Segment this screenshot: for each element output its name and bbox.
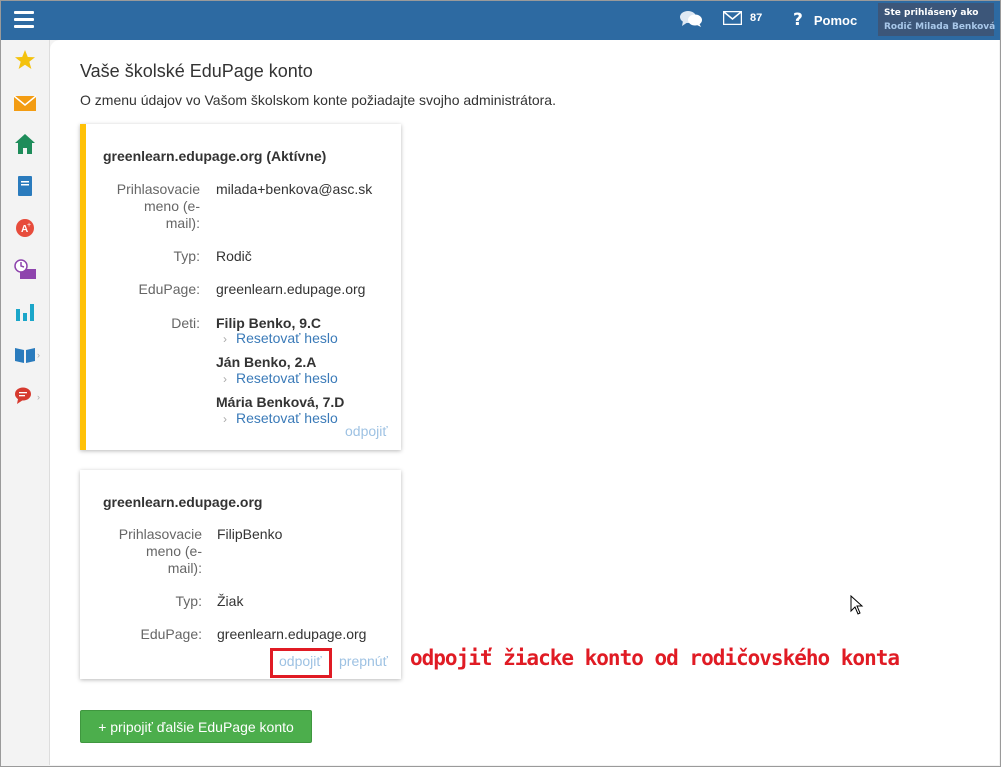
- reset-password-link[interactable]: › Resetovať heslo: [223, 370, 338, 386]
- top-bar: 87 ? Pomoc Ste prihlásený ako Rodič Mila…: [1, 1, 1000, 40]
- sidebar: A + › ›: [1, 40, 50, 765]
- login-value: milada+benkova@asc.sk: [216, 181, 373, 197]
- edupage-value: greenlearn.edupage.org: [216, 281, 366, 297]
- child-name: Filip Benko, 9.C: [216, 315, 322, 331]
- messages-button[interactable]: 87: [723, 11, 762, 25]
- user-menu[interactable]: Ste prihlásený ako Rodič Milada Benková: [878, 3, 996, 36]
- type-value: Rodič: [216, 248, 252, 264]
- reset-password-link[interactable]: › Resetovať heslo: [223, 330, 338, 346]
- account-card-active: greenlearn.edupage.org (Aktívne) Prihlas…: [80, 124, 401, 450]
- user-name: Rodič Milada Benková: [884, 22, 996, 32]
- page-title: Vaše školské EduPage konto: [80, 61, 313, 81]
- home-icon[interactable]: [14, 133, 36, 155]
- svg-text:+: +: [27, 222, 31, 229]
- envelope-icon: [723, 11, 742, 25]
- login-label: Prihlasovacie meno (e- mail):: [116, 181, 200, 231]
- child-name: Ján Benko, 2.A: [216, 354, 317, 370]
- disconnect-link[interactable]: odpojiť: [345, 423, 388, 439]
- edupage-label: EduPage:: [138, 281, 201, 297]
- edupage-label: EduPage:: [140, 626, 203, 642]
- chevron-right-icon: ›: [223, 412, 227, 426]
- chevron-right-icon: ›: [37, 392, 40, 402]
- annotation-text: odpojiť žiacke konto od rodičovského kon…: [410, 646, 900, 670]
- chevron-right-icon: ›: [37, 350, 40, 360]
- envelope-icon[interactable]: [14, 92, 36, 114]
- star-icon[interactable]: [14, 49, 36, 71]
- chevron-right-icon: ›: [223, 372, 227, 386]
- user-caption: Ste prihlásený ako: [884, 8, 979, 18]
- child-name: Mária Benková, 7.D: [216, 394, 345, 410]
- account-card: greenlearn.edupage.org Prihlasovacie men…: [80, 470, 401, 679]
- question-icon: ?: [793, 10, 803, 30]
- stats-icon[interactable]: [14, 301, 36, 323]
- type-label: Typ:: [175, 593, 202, 609]
- mouse-cursor-icon: [850, 594, 864, 620]
- add-account-button[interactable]: + pripojiť ďalšie EduPage konto: [80, 710, 312, 743]
- discussion-icon[interactable]: ›: [14, 385, 40, 407]
- grades-icon[interactable]: A +: [14, 217, 36, 239]
- edupage-value: greenlearn.edupage.org: [217, 626, 367, 642]
- children-label: Deti:: [171, 315, 200, 331]
- book-icon[interactable]: ›: [14, 343, 40, 365]
- switch-account-link[interactable]: prepnúť: [339, 653, 388, 669]
- chevron-right-icon: ›: [223, 332, 227, 346]
- menu-icon[interactable]: [14, 11, 34, 28]
- attendance-icon[interactable]: [14, 259, 36, 281]
- login-value: FilipBenko: [217, 526, 283, 542]
- type-label: Typ:: [173, 248, 200, 264]
- type-value: Žiak: [217, 593, 244, 609]
- account-title: greenlearn.edupage.org (Aktívne): [103, 148, 327, 164]
- message-count: 87: [750, 12, 763, 24]
- page-subtitle: O zmenu údajov vo Vašom školskom konte p…: [80, 92, 556, 108]
- help-button[interactable]: ? Pomoc: [793, 10, 857, 30]
- chat-icon[interactable]: [679, 9, 703, 29]
- help-label: Pomoc: [813, 12, 858, 28]
- account-title: greenlearn.edupage.org: [103, 494, 263, 510]
- highlight-box: [270, 648, 332, 678]
- reset-password-link[interactable]: › Resetovať heslo: [223, 410, 338, 426]
- login-label: Prihlasovacie meno (e- mail):: [118, 526, 202, 576]
- notebook-icon[interactable]: [14, 175, 36, 197]
